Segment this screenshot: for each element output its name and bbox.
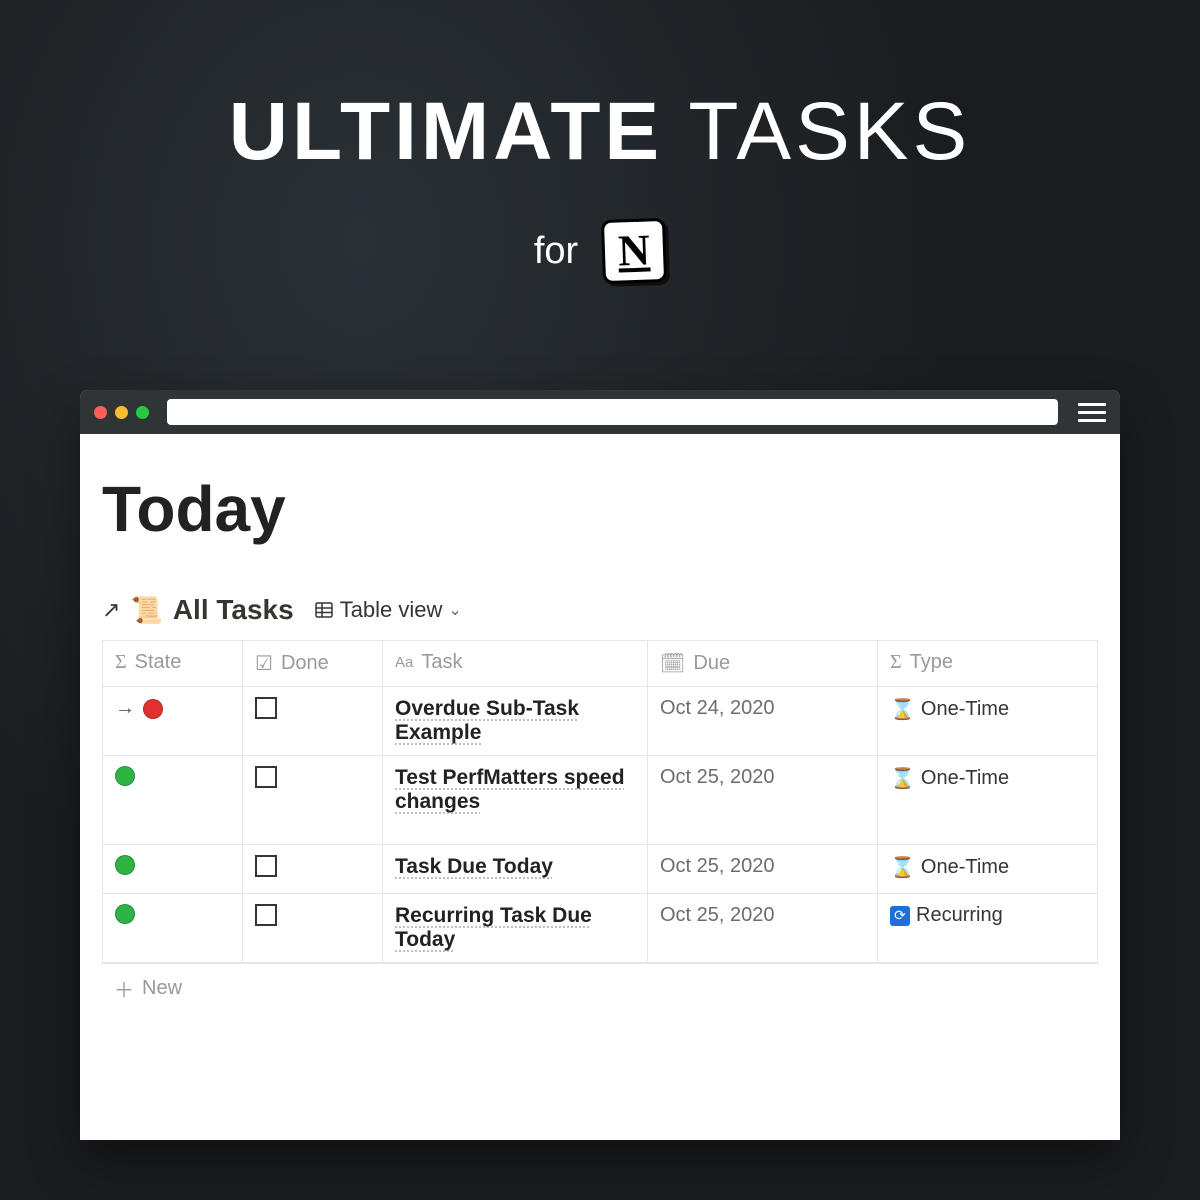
state-cell: → [115, 697, 230, 720]
table-row[interactable]: Test PerfMatters speed changes Oct 25, 20… [103, 756, 1098, 845]
column-header-state[interactable]: ΣState [103, 641, 243, 687]
due-date[interactable]: Oct 25, 2020 [660, 855, 775, 877]
hero-title-light: TASKS [688, 86, 971, 177]
browser-window: Today ↗ 📜 All Tasks Table view ⌄ [80, 390, 1120, 1140]
state-dot-icon [115, 855, 135, 875]
scroll-icon: 📜 [130, 595, 162, 626]
column-header-done[interactable]: ☑Done [243, 641, 383, 687]
table-icon [314, 600, 334, 620]
type-cell: ⌛One-Time [890, 766, 1085, 791]
checkbox-icon: ☑ [255, 651, 273, 676]
address-bar[interactable] [167, 399, 1058, 425]
table-row[interactable]: Task Due Today Oct 25, 2020 ⌛One-Time [103, 845, 1098, 894]
tasks-table: ΣState ☑Done AaTask 🗓Due ΣType → Overdue … [102, 640, 1098, 963]
page-title: Today [102, 472, 1098, 546]
browser-chrome [80, 390, 1120, 434]
chevron-down-icon: ⌄ [448, 600, 461, 620]
state-dot-icon [143, 699, 163, 719]
type-cell: ⌛One-Time [890, 697, 1085, 722]
type-label: Recurring [916, 904, 1003, 927]
view-switcher[interactable]: Table view ⌄ [314, 597, 462, 623]
formula-icon: Σ [890, 651, 902, 674]
view-bar: ↗ 📜 All Tasks Table view ⌄ [102, 594, 1098, 626]
for-label: for [534, 230, 578, 273]
hero-title: ULTIMATE TASKS [0, 0, 1200, 179]
new-row-button[interactable]: ＋ New [102, 963, 1098, 1013]
linked-database-arrow-icon: ↗ [102, 597, 120, 623]
due-date[interactable]: Oct 24, 2020 [660, 697, 775, 719]
task-name[interactable]: Test PerfMatters speed changes [395, 766, 625, 813]
type-label: One-Time [921, 856, 1009, 879]
due-date[interactable]: Oct 25, 2020 [660, 904, 775, 926]
notion-logo-icon: N [601, 218, 667, 284]
done-checkbox[interactable] [255, 904, 277, 926]
formula-icon: Σ [115, 651, 127, 674]
table-row[interactable]: Recurring Task Due Today Oct 25, 2020 ⟳Rec… [103, 894, 1098, 963]
view-label: Table view [340, 597, 443, 623]
hero-title-bold: ULTIMATE [229, 86, 663, 177]
menu-icon[interactable] [1078, 398, 1106, 426]
type-label: One-Time [921, 698, 1009, 721]
column-header-type[interactable]: ΣType [878, 641, 1098, 687]
state-cell [115, 904, 230, 924]
state-dot-icon [115, 766, 135, 786]
new-row-label: New [142, 977, 182, 1000]
done-checkbox[interactable] [255, 855, 277, 877]
task-name[interactable]: Task Due Today [395, 855, 553, 878]
page-content: Today ↗ 📜 All Tasks Table view ⌄ [80, 434, 1120, 1013]
task-name[interactable]: Overdue Sub-Task Example [395, 697, 579, 744]
hero-subtitle: for N [0, 219, 1200, 283]
task-name[interactable]: Recurring Task Due Today [395, 904, 592, 951]
done-checkbox[interactable] [255, 766, 277, 788]
subtask-arrow-icon: → [115, 697, 135, 720]
column-header-task[interactable]: AaTask [383, 641, 648, 687]
column-header-due[interactable]: 🗓Due [648, 641, 878, 687]
plus-icon: ＋ [114, 974, 134, 1003]
table-row[interactable]: → Overdue Sub-Task Example Oct 24, 2020 ⌛On… [103, 687, 1098, 756]
text-icon: Aa [395, 654, 413, 671]
type-cell: ⟳Recurring [890, 904, 1085, 927]
window-maximize-button[interactable] [136, 406, 149, 419]
linked-database-title[interactable]: All Tasks [173, 594, 294, 626]
due-date[interactable]: Oct 25, 2020 [660, 766, 775, 788]
type-cell: ⌛One-Time [890, 855, 1085, 880]
state-dot-icon [115, 904, 135, 924]
window-close-button[interactable] [94, 406, 107, 419]
state-cell [115, 766, 230, 786]
state-cell [115, 855, 230, 875]
type-label: One-Time [921, 767, 1009, 790]
window-minimize-button[interactable] [115, 406, 128, 419]
calendar-icon: 🗓 [660, 651, 685, 676]
table-header-row: ΣState ☑Done AaTask 🗓Due ΣType [103, 641, 1098, 687]
done-checkbox[interactable] [255, 697, 277, 719]
